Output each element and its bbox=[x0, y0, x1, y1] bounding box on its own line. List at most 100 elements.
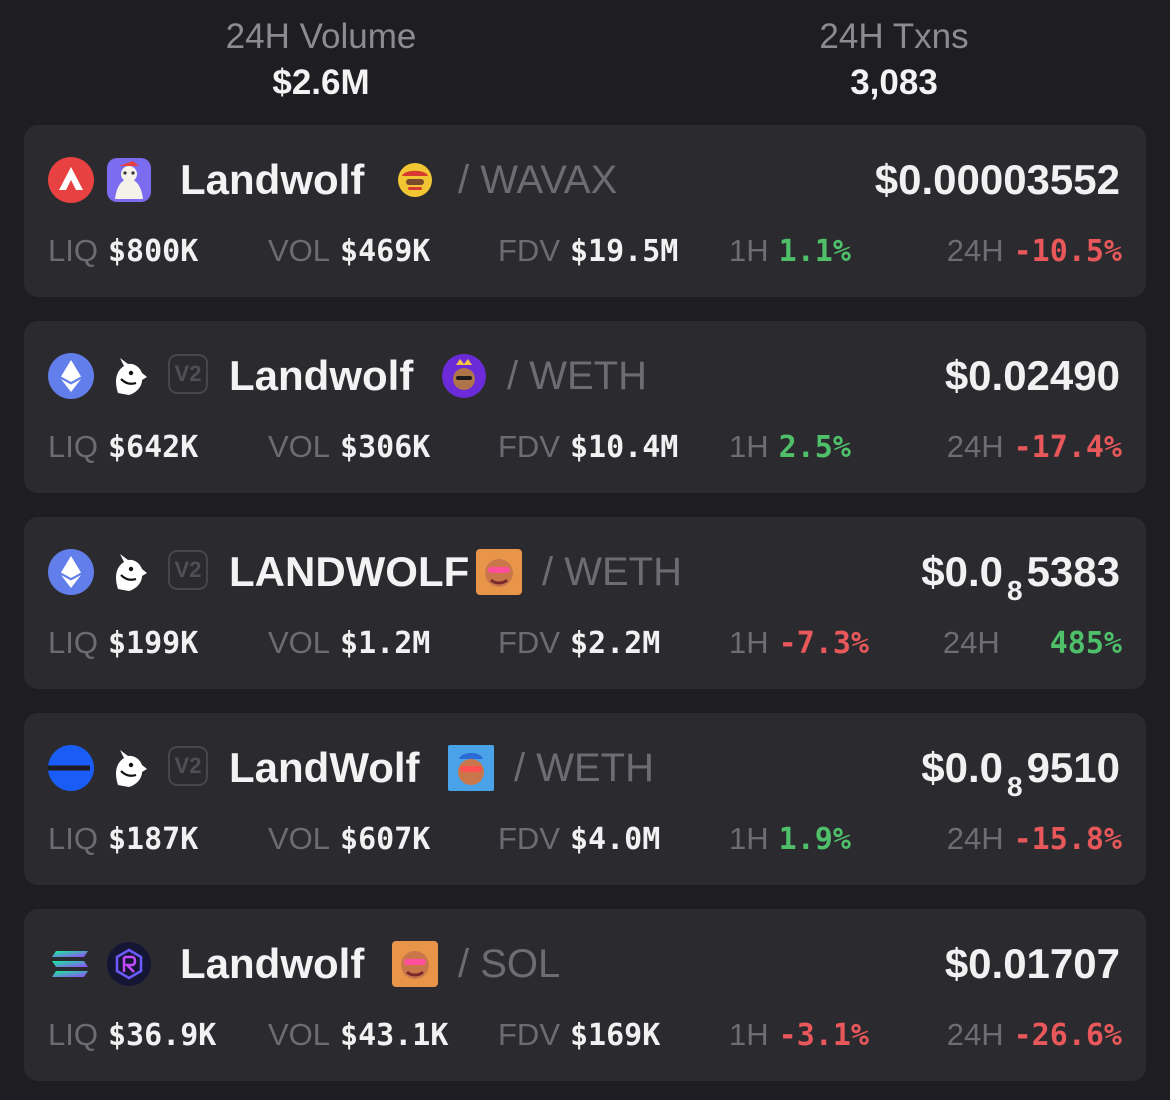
liq-value: $800K bbox=[107, 234, 199, 269]
fdv-label: FDV bbox=[498, 1017, 560, 1052]
volume-metric: VOL $306K bbox=[268, 425, 430, 475]
landwolf-avatar-icon bbox=[448, 745, 494, 791]
price-prefix: $0.0 bbox=[921, 744, 1003, 791]
price-zero-count: 8 bbox=[1006, 771, 1023, 802]
fdv-metric: FDV $19.5M bbox=[498, 229, 678, 279]
fdv-value: $4.0M bbox=[570, 822, 661, 857]
vol-label: VOL bbox=[268, 625, 331, 660]
txns-stat: 24H Txns 3,083 bbox=[684, 14, 1104, 106]
change-1h-value: 1.1% bbox=[778, 234, 851, 269]
change-1h-label: 1H bbox=[729, 429, 769, 464]
txns-value: 3,083 bbox=[850, 63, 938, 102]
token-price: $0.0 89510 bbox=[921, 741, 1120, 802]
token-name[interactable]: Landwolf bbox=[180, 153, 364, 207]
pair-card-landwolf-weth-base[interactable]: V2 LandWolf / WETH $0.0 89510 LIQ $187K VO… bbox=[24, 713, 1146, 885]
trader-joe-icon bbox=[107, 158, 151, 202]
volume-metric: VOL $1.2M bbox=[268, 621, 430, 671]
change-1h-value: -7.3% bbox=[778, 626, 869, 661]
avalanche-icon bbox=[48, 157, 94, 203]
change-24h-value: 485% bbox=[1049, 626, 1122, 661]
change-1h-value: 2.5% bbox=[778, 430, 851, 465]
ethereum-icon bbox=[48, 549, 94, 595]
quote-symbol: / WETH bbox=[507, 354, 647, 398]
liquidity-metric: LIQ $199K bbox=[48, 621, 198, 671]
landwolf-avatar-icon bbox=[398, 163, 432, 197]
quote-symbol: / SOL bbox=[458, 942, 561, 986]
token-name[interactable]: LandWolf bbox=[229, 741, 420, 795]
change-24h-value: -17.4% bbox=[1013, 430, 1122, 465]
pair-card-landwolf-sol[interactable]: Landwolf / SOL $0.01707 LIQ $36.9K VOL $43… bbox=[24, 909, 1146, 1081]
change-1h-metric: 1H 2.5% bbox=[729, 425, 851, 475]
pair-card-landwolf-weth-2[interactable]: V2 LANDWOLF / WETH $0.0 85383 LIQ $199K VO… bbox=[24, 517, 1146, 689]
change-1h-metric: 1H 1.1% bbox=[729, 229, 851, 279]
token-name[interactable]: LANDWOLF bbox=[229, 545, 469, 599]
volume-metric: VOL $43.1K bbox=[268, 1013, 448, 1063]
price-zero-count: 8 bbox=[1006, 575, 1023, 606]
token-name[interactable]: Landwolf bbox=[229, 349, 413, 403]
liquidity-metric: LIQ $800K bbox=[48, 229, 198, 279]
vol-value: $306K bbox=[340, 430, 431, 465]
fdv-metric: FDV $2.2M bbox=[498, 621, 660, 671]
uniswap-icon bbox=[116, 358, 147, 395]
vol-value: $607K bbox=[340, 822, 431, 857]
liq-label: LIQ bbox=[48, 1017, 98, 1052]
vol-value: $43.1K bbox=[340, 1018, 449, 1053]
change-1h-metric: 1H 1.9% bbox=[729, 817, 851, 867]
vol-label: VOL bbox=[268, 233, 331, 268]
change-24h-metric: 24H -10.5% bbox=[947, 229, 1122, 279]
change-1h-label: 1H bbox=[729, 1017, 769, 1052]
fdv-label: FDV bbox=[498, 429, 560, 464]
token-price: $0.01707 bbox=[944, 940, 1120, 987]
pair-card-landwolf-wavax[interactable]: Landwolf / WAVAX $0.00003552 LIQ $800K VO… bbox=[24, 125, 1146, 297]
vol-label: VOL bbox=[268, 429, 331, 464]
liq-value: $187K bbox=[107, 822, 199, 857]
liq-value: $199K bbox=[107, 626, 199, 661]
price-digits: 5383 bbox=[1026, 548, 1120, 595]
ethereum-icon bbox=[48, 353, 94, 399]
liq-value: $36.9K bbox=[107, 1018, 217, 1053]
raydium-icon bbox=[107, 942, 151, 986]
base-icon bbox=[48, 745, 94, 791]
uniswap-icon bbox=[116, 750, 147, 787]
landwolf-avatar-icon bbox=[442, 354, 486, 398]
price-digits: 9510 bbox=[1026, 744, 1120, 791]
quote-symbol: / WETH bbox=[542, 550, 682, 594]
landwolf-avatar-icon bbox=[392, 941, 438, 987]
volume-stat: 24H Volume $2.6M bbox=[111, 14, 531, 106]
fdv-value: $169K bbox=[570, 1018, 661, 1053]
change-24h-label: 24H bbox=[946, 821, 1004, 856]
txns-label: 24H Txns bbox=[819, 17, 969, 56]
liquidity-metric: LIQ $642K bbox=[48, 425, 198, 475]
liq-label: LIQ bbox=[48, 625, 98, 660]
change-24h-label: 24H bbox=[946, 1017, 1004, 1052]
change-24h-label: 24H bbox=[946, 233, 1004, 268]
change-24h-value: -10.5% bbox=[1013, 234, 1122, 269]
quote-symbol: / WAVAX bbox=[458, 158, 618, 202]
change-24h-metric: 24H -15.8% bbox=[947, 817, 1122, 867]
change-24h-metric: 24H -17.4% bbox=[947, 425, 1122, 475]
volume-metric: VOL $469K bbox=[268, 229, 430, 279]
liq-label: LIQ bbox=[48, 821, 98, 856]
vol-value: $469K bbox=[340, 234, 431, 269]
vol-value: $1.2M bbox=[340, 626, 431, 661]
change-24h-value: -15.8% bbox=[1013, 822, 1122, 857]
liquidity-metric: LIQ $36.9K bbox=[48, 1013, 216, 1063]
fdv-metric: FDV $169K bbox=[498, 1013, 660, 1063]
version-badge: V2 bbox=[168, 550, 208, 590]
fdv-label: FDV bbox=[498, 625, 560, 660]
change-1h-metric: 1H -7.3% bbox=[729, 621, 869, 671]
fdv-label: FDV bbox=[498, 821, 560, 856]
change-24h-metric: 24H 485% bbox=[943, 621, 1122, 671]
token-price: $0.00003552 bbox=[874, 156, 1120, 203]
token-price: $0.02490 bbox=[944, 352, 1120, 399]
liquidity-metric: LIQ $187K bbox=[48, 817, 198, 867]
token-name[interactable]: Landwolf bbox=[180, 937, 364, 991]
quote-symbol: / WETH bbox=[514, 746, 654, 790]
pair-card-landwolf-weth-1[interactable]: V2 Landwolf / WETH $0.02490 LIQ $642K VOL… bbox=[24, 321, 1146, 493]
token-price: $0.0 85383 bbox=[921, 545, 1120, 606]
stats-header: 24H Volume $2.6M 24H Txns 3,083 bbox=[0, 0, 1170, 120]
change-1h-label: 1H bbox=[729, 233, 769, 268]
change-1h-label: 1H bbox=[729, 625, 769, 660]
solana-icon bbox=[52, 951, 88, 977]
vol-label: VOL bbox=[268, 821, 331, 856]
